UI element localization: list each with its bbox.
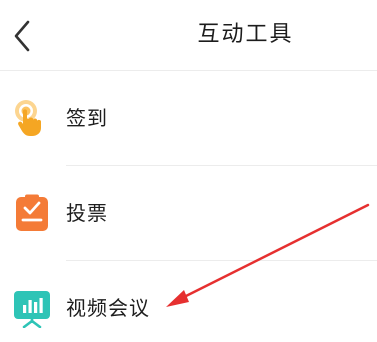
tool-item-video-meeting[interactable]: 视频会议 (0, 261, 377, 342)
tool-item-vote[interactable]: 投票 (0, 166, 377, 261)
tool-item-sign-in[interactable]: 签到 (0, 71, 377, 166)
interactive-tools-page: 互动工具 签到 投票 视频会议 (0, 0, 377, 342)
tool-label: 视频会议 (66, 296, 150, 320)
hand-tap-icon (15, 100, 41, 136)
presentation-chart-icon (14, 291, 50, 328)
vote-clipboard-icon (16, 194, 48, 231)
tool-list: 签到 投票 视频会议 (0, 71, 377, 342)
page-title: 互动工具 (197, 22, 294, 47)
top-navigation-bar: 互动工具 (0, 0, 377, 71)
tool-label: 投票 (66, 201, 108, 225)
tool-label: 签到 (66, 106, 108, 130)
